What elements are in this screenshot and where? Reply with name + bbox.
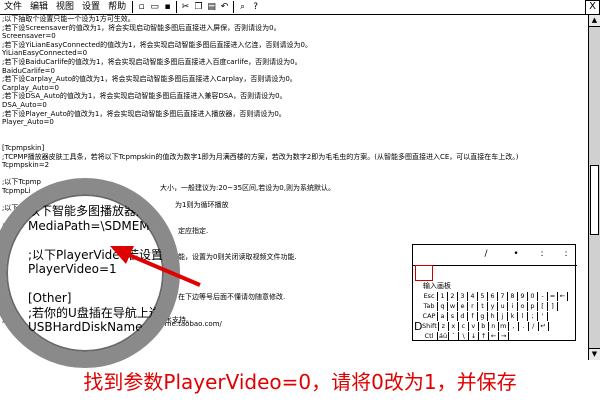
keyboard-key[interactable]: k <box>508 312 518 321</box>
candidate-bar: / • : : <box>413 245 577 266</box>
keyboard-key[interactable]: CAP <box>421 312 438 321</box>
keyboard-key[interactable]: Shift <box>421 322 439 331</box>
keyboard-key[interactable]: 5 <box>478 292 488 301</box>
keyboard-key[interactable]: b <box>479 322 489 331</box>
keyboard-key[interactable]: q <box>438 302 448 311</box>
keyboard-key[interactable]: u <box>498 302 508 311</box>
keyboard-key[interactable]: j <box>498 312 508 321</box>
keyboard-key[interactable]: ↑ <box>479 332 490 341</box>
keyboard-key[interactable]: s <box>448 312 458 321</box>
side-letter: D <box>414 320 423 333</box>
keyboard-key[interactable]: 8 <box>508 292 518 301</box>
keyboard-key[interactable]: l <box>518 312 528 321</box>
keyboard-key[interactable]: y <box>488 302 498 311</box>
keyboard-key[interactable]: ↓ <box>469 332 480 341</box>
selection-box <box>415 265 433 281</box>
key-row-3: CAP a s d f g h j k l; ' <box>421 312 548 321</box>
candidate-key[interactable]: : <box>535 247 549 261</box>
input-keyboard-panel: / • : : 输入画板 Esc 1 2 3 4 5 6 7 8 9 0- = ← Tab q w e r t y u… <box>412 244 577 341</box>
keyboard-key[interactable]: [ <box>538 302 548 311</box>
key-row-4: Shift z x c v b n m,. / ↵ <box>421 322 549 331</box>
keyboard-key[interactable]: m <box>499 322 509 331</box>
keyboard-key[interactable]: r <box>468 302 478 311</box>
candidate-key[interactable]: : <box>559 247 573 261</box>
keyboard-key[interactable]: w <box>448 302 458 311</box>
keyboard-key[interactable]: h <box>488 312 498 321</box>
keyboard-key[interactable]: \ <box>459 332 470 341</box>
keyboard-key[interactable]: , <box>509 322 519 331</box>
pointer-arrow-icon <box>110 246 201 287</box>
keyboard-title: 输入画板 <box>423 282 451 290</box>
keyboard-key[interactable]: c <box>459 322 469 331</box>
keyboard-key[interactable]: g <box>478 312 488 321</box>
keyboard-key[interactable]: ← <box>558 292 568 301</box>
keyboard-key[interactable]: áü <box>438 332 450 341</box>
keyboard-key[interactable]: o <box>518 302 528 311</box>
keyboard-key[interactable]: ] <box>548 302 558 311</box>
keyboard-key[interactable]: ← <box>489 332 500 341</box>
keyboard-key[interactable]: ↵ <box>539 322 549 331</box>
keyboard-key[interactable]: f <box>468 312 478 321</box>
keyboard-key[interactable]: 9 <box>518 292 528 301</box>
keyboard-key[interactable]: t <box>478 302 488 311</box>
keyboard-key[interactable]: . <box>519 322 529 331</box>
candidate-key[interactable]: • <box>509 247 523 261</box>
keyboard-key[interactable]: - <box>538 292 548 301</box>
candidate-key[interactable]: / <box>479 247 493 261</box>
keyboard-key[interactable]: Ctl <box>421 332 438 341</box>
keyboard-key[interactable]: 1 <box>438 292 448 301</box>
keyboard-key[interactable]: d <box>458 312 468 321</box>
keyboard-key[interactable]: e <box>458 302 468 311</box>
keyboard-key[interactable]: p <box>528 302 538 311</box>
key-row-2: Tab q w e r t y u i o p[] <box>421 302 558 311</box>
keyboard-key[interactable]: 7 <box>498 292 508 301</box>
keyboard-key[interactable]: Esc <box>421 292 438 301</box>
keyboard-key[interactable]: 6 <box>488 292 498 301</box>
keyboard-key[interactable]: x <box>449 322 459 331</box>
keyboard-key[interactable]: v <box>469 322 479 331</box>
keyboard-key[interactable]: n <box>489 322 499 331</box>
keyboard-key[interactable]: 0 <box>528 292 538 301</box>
keyboard-key[interactable]: ` <box>449 332 460 341</box>
key-row-5: Ctl áü ` \ ↓ ↑ ← → <box>421 332 510 341</box>
keyboard-key[interactable]: Tab <box>421 302 438 311</box>
keyboard-key[interactable]: ; <box>528 312 538 321</box>
keyboard-key[interactable]: i <box>508 302 518 311</box>
instruction-caption: 找到参数PlayerVideo=0，请将0改为1，并保存 <box>83 370 517 394</box>
keyboard-key[interactable]: 2 <box>448 292 458 301</box>
keyboard-key[interactable]: a <box>438 312 448 321</box>
keyboard-key[interactable]: 4 <box>468 292 478 301</box>
keyboard-key[interactable]: → <box>499 332 510 341</box>
keyboard-key[interactable]: / <box>529 322 539 331</box>
keyboard-key[interactable]: ' <box>538 312 548 321</box>
keyboard-key[interactable]: 3 <box>458 292 468 301</box>
keyboard-key[interactable]: z <box>439 322 449 331</box>
keyboard-key[interactable]: = <box>548 292 558 301</box>
key-row-1: Esc 1 2 3 4 5 6 7 8 9 0- = ← <box>421 292 568 301</box>
